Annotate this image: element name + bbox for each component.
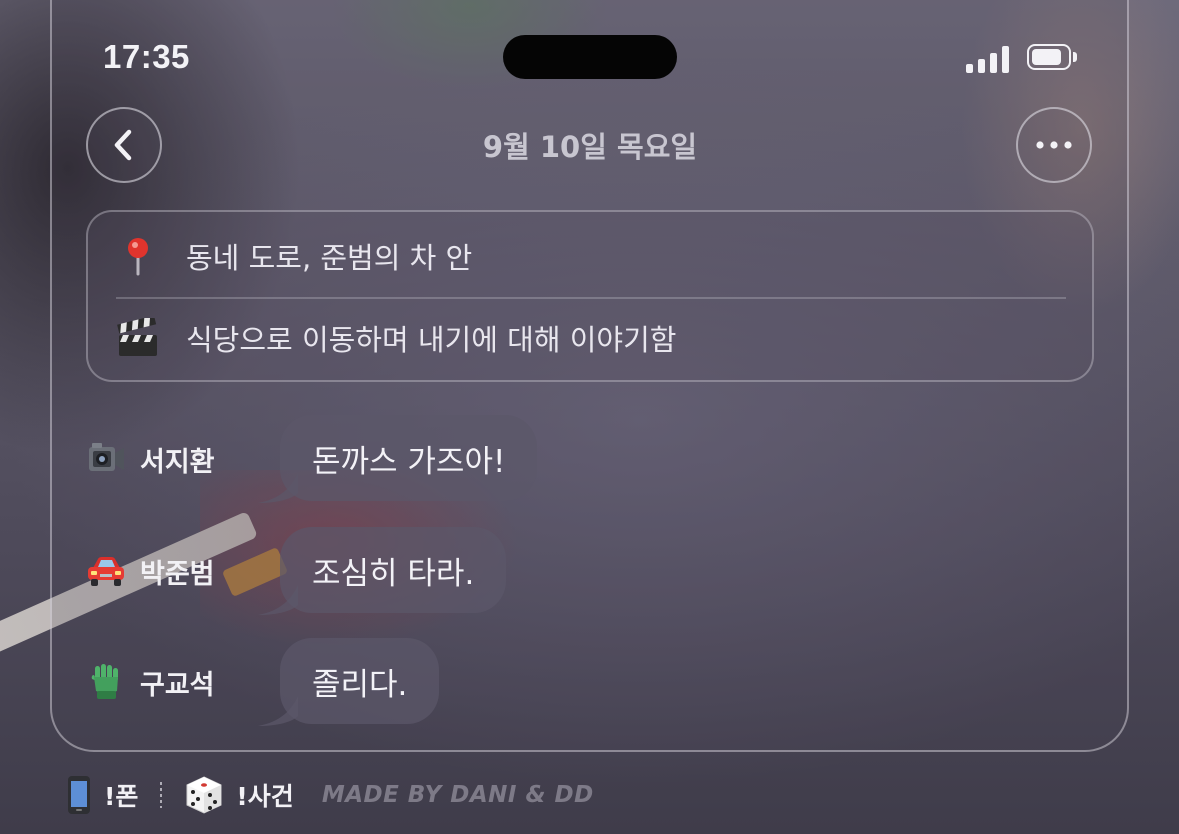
message-sender: 서지환 [84, 439, 215, 479]
round-pushpin-icon [116, 236, 160, 276]
page-title: 9월 10일 목요일 [482, 130, 698, 164]
message-bubble: 돈까스 가즈아! [280, 415, 538, 501]
mobile-phone-icon [68, 776, 90, 814]
ellipsis-icon [1036, 141, 1072, 149]
chat-message: 서지환 돈까스 가즈아! [84, 415, 784, 503]
credit-text: MADE BY DANI & DD [321, 782, 594, 808]
message-sender: 박준범 [84, 551, 215, 591]
location-text: 동네 도로, 준범의 차 안 [186, 241, 473, 275]
message-bubble: 졸리다. [280, 638, 440, 724]
video-camera-icon [84, 439, 128, 479]
status-time: 17:35 [103, 38, 190, 75]
car-icon [84, 551, 128, 591]
footer-divider [160, 782, 163, 808]
clapper-board-icon [116, 318, 160, 358]
dice-icon [186, 776, 222, 814]
scene-row: 식당으로 이동하며 내기에 대해 이야기함 [116, 308, 676, 368]
location-row: 동네 도로, 준범의 차 안 [116, 226, 472, 286]
footer-bar: !폰 !사건 MADE BY DANI & DD [66, 774, 594, 816]
phone-command-button[interactable]: !폰 [66, 775, 138, 815]
green-glove-icon [84, 662, 128, 702]
message-bubble: 조심히 타라. [280, 527, 507, 613]
dynamic-island [503, 35, 677, 79]
chat-message: 구교석 졸리다. [84, 638, 784, 726]
scene-info-card: 동네 도로, 준범의 차 안 식당으로 이동하며 내기에 대해 이야기함 [86, 210, 1094, 382]
signal-bars-icon [966, 45, 1010, 73]
chat-message: 박준범 조심히 타라. [84, 527, 784, 615]
info-divider [116, 297, 1066, 299]
battery-icon [1027, 44, 1077, 70]
chat-screen: 17:35 9월 10일 목요일 동네 도로, 준범의 차 안 식당으로 이동하… [0, 0, 1179, 834]
chevron-left-icon [114, 129, 132, 161]
message-sender: 구교석 [84, 662, 215, 702]
event-command-button[interactable]: !사건 [184, 775, 294, 815]
scene-text: 식당으로 이동하며 내기에 대해 이야기함 [186, 323, 677, 357]
back-button[interactable] [86, 107, 162, 183]
more-options-button[interactable] [1016, 107, 1092, 183]
